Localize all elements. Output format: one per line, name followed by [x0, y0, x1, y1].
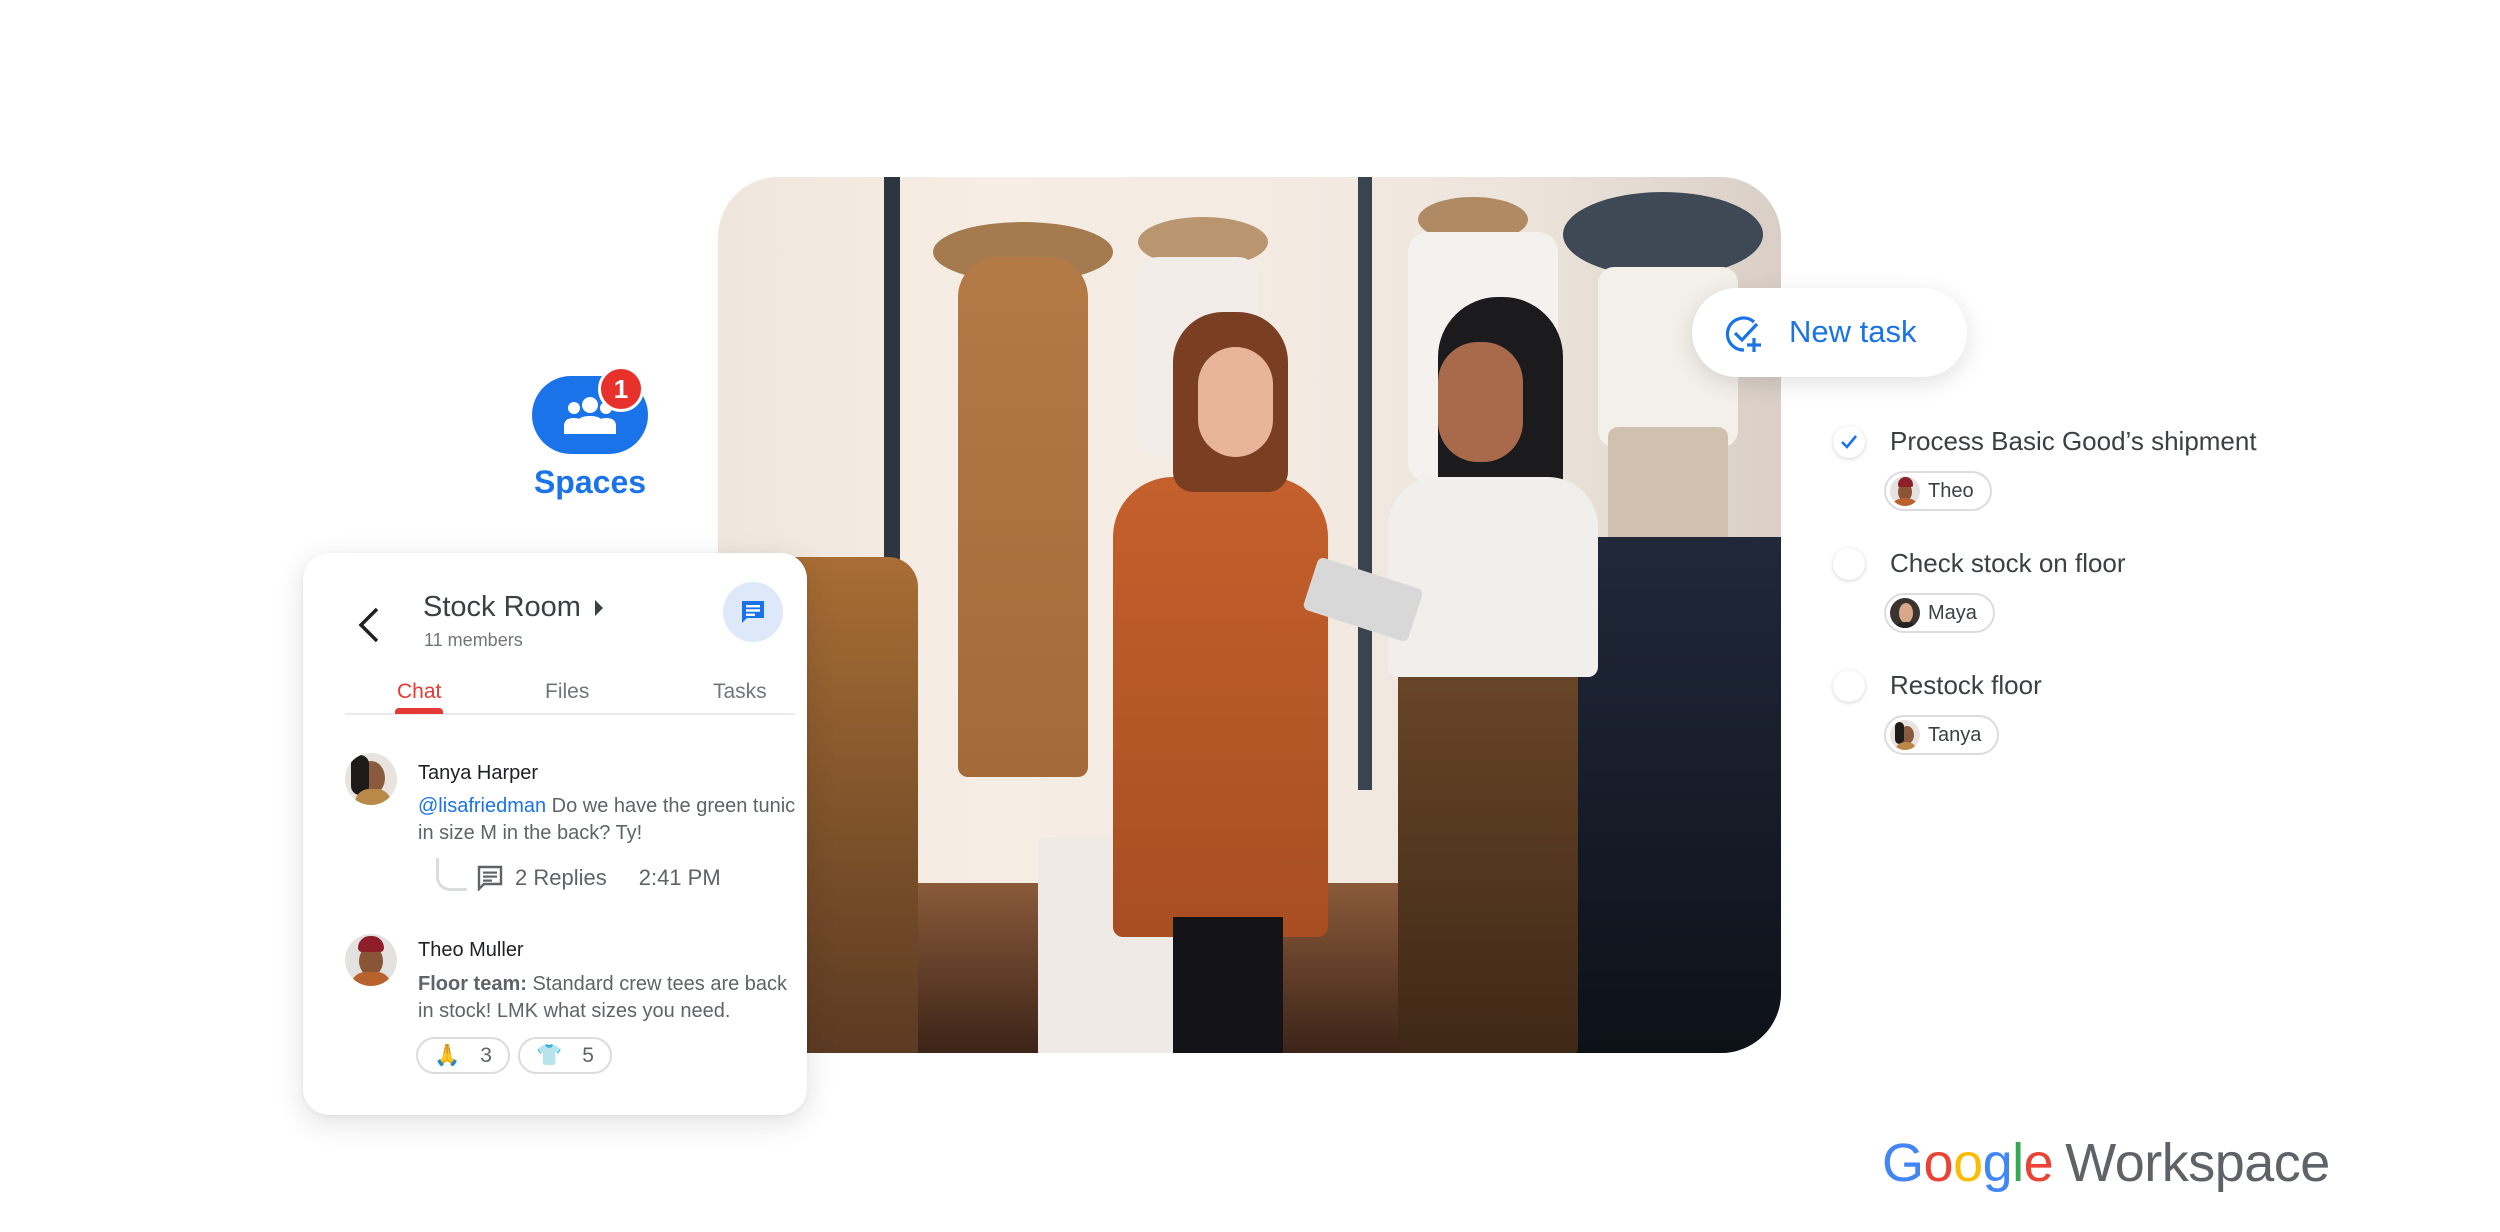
assignee-avatar	[1890, 720, 1920, 750]
replies-count[interactable]: 2 Replies	[515, 865, 607, 891]
photo-woman-pants	[1398, 657, 1578, 1053]
tab-files[interactable]: Files	[545, 680, 589, 704]
message-author: Tanya Harper	[418, 762, 539, 784]
assignee-chip[interactable]: Tanya	[1884, 715, 2000, 755]
chat-button[interactable]	[723, 582, 783, 642]
tab-chat[interactable]: Chat	[397, 680, 441, 704]
photo-woman-face	[1198, 347, 1273, 457]
photo-hat	[1563, 192, 1763, 277]
task-item: Process Basic Good’s shipment Theo	[1833, 426, 2293, 526]
avatar-tanya-harper[interactable]	[345, 753, 397, 805]
task-item: Check stock on floor Maya	[1833, 548, 2293, 648]
assignee-avatar	[1890, 598, 1920, 628]
task-title[interactable]: Restock floor	[1890, 670, 2042, 701]
assignee-name: Tanya	[1928, 723, 1982, 746]
assignee-avatar	[1890, 476, 1920, 506]
logo-letter: l	[2012, 1133, 2024, 1193]
assignee-name: Theo	[1928, 479, 1974, 502]
reaction-count: 5	[582, 1043, 594, 1067]
chat-bubble-icon	[742, 601, 764, 623]
message-time: 2:41 PM	[638, 865, 721, 890]
logo-letter: e	[2023, 1133, 2054, 1193]
mention-link[interactable]: @lisafriedman	[418, 795, 546, 817]
task-item: Restock floor Tanya	[1833, 670, 2293, 770]
new-task-label[interactable]: New task	[1789, 314, 1916, 350]
active-tab-indicator	[395, 708, 443, 714]
avatar-theo-muller[interactable]	[345, 934, 397, 986]
task-title[interactable]: Process Basic Good’s shipment	[1890, 426, 2257, 457]
photo-woman-white-shirt	[1388, 477, 1598, 677]
task-checkbox[interactable]	[1833, 548, 1865, 580]
reaction-chip[interactable]: 👕 5	[518, 1037, 612, 1074]
caret-right-icon[interactable]	[595, 600, 603, 616]
photo-woman-legs	[1173, 917, 1283, 1053]
reaction-chip[interactable]: 🙏 3	[416, 1037, 510, 1074]
assignee-name: Maya	[1928, 601, 1977, 624]
logo-letter: g	[1982, 1133, 2013, 1193]
pray-emoji-icon: 🙏	[434, 1043, 461, 1067]
assignee-chip[interactable]: Theo	[1884, 471, 1992, 511]
logo-letter: G	[1882, 1133, 1924, 1193]
thread-connector	[436, 858, 467, 891]
assignee-chip[interactable]: Maya	[1884, 593, 1995, 633]
hero-photo	[718, 177, 1781, 1053]
thread-icon	[477, 865, 503, 891]
notification-badge: 1	[598, 366, 644, 412]
message-author: Theo Muller	[418, 939, 524, 961]
back-button[interactable]	[355, 605, 385, 645]
logo-letter: o	[1923, 1133, 1954, 1193]
add-task-icon	[1725, 316, 1761, 352]
task-checkbox[interactable]	[1833, 670, 1865, 702]
task-checkbox[interactable]	[1833, 426, 1865, 458]
photo-mannequin-dress	[958, 257, 1088, 777]
checkmark-icon	[1841, 435, 1858, 449]
photo-window-frame	[1358, 177, 1372, 791]
chat-card: Stock Room 11 members Chat Files Tasks T…	[303, 553, 807, 1115]
spaces-label[interactable]: Spaces	[520, 464, 660, 501]
thread-replies-link[interactable]: 2 Replies 2:41 PM	[477, 865, 721, 891]
task-title[interactable]: Check stock on floor	[1890, 548, 2126, 579]
message-text: Floor team: Standard crew tees are back …	[418, 971, 798, 1025]
chevron-left-icon	[358, 607, 379, 643]
logo-letter: o	[1953, 1133, 1983, 1193]
new-task-button[interactable]: New task	[1692, 288, 1967, 377]
tshirt-emoji-icon: 👕	[536, 1043, 563, 1067]
tab-tasks[interactable]: Tasks	[713, 680, 767, 704]
tab-bar: Chat Files Tasks	[345, 668, 795, 715]
google-workspace-logo: Google Workspace	[1882, 1132, 2330, 1194]
message-bold-prefix: Floor team:	[418, 973, 527, 995]
logo-product-name: Workspace	[2065, 1133, 2330, 1193]
reaction-count: 3	[480, 1043, 492, 1067]
member-count: 11 members	[424, 630, 523, 650]
message-text: @lisafriedman Do we have the green tunic…	[418, 793, 798, 847]
room-title[interactable]: Stock Room	[423, 591, 581, 624]
photo-woman-face	[1438, 342, 1523, 462]
photo-woman-orange-dress	[1113, 477, 1328, 937]
